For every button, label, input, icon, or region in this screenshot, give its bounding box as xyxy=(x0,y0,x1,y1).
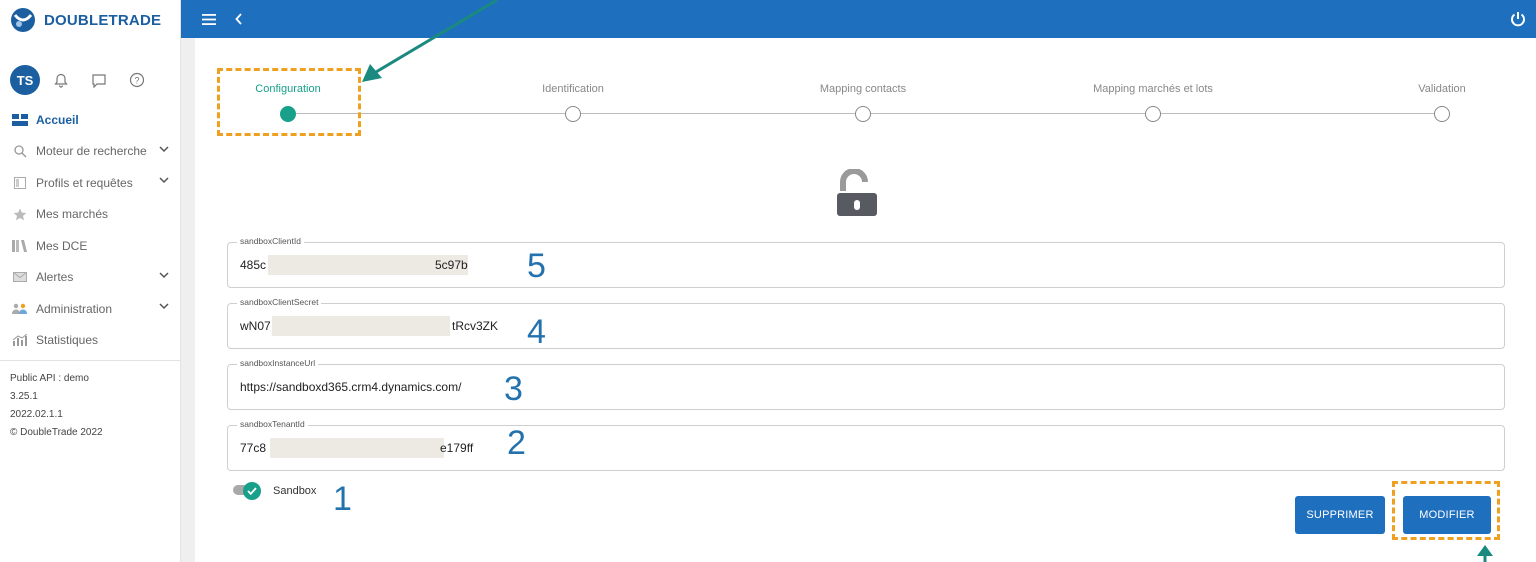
arrow-to-configuration xyxy=(362,0,498,82)
app: DOUBLETRADE TS ? Accueil Moteur de reche… xyxy=(0,0,1536,562)
annotation-arrows xyxy=(362,0,1493,562)
arrow-to-modify xyxy=(1477,545,1493,562)
